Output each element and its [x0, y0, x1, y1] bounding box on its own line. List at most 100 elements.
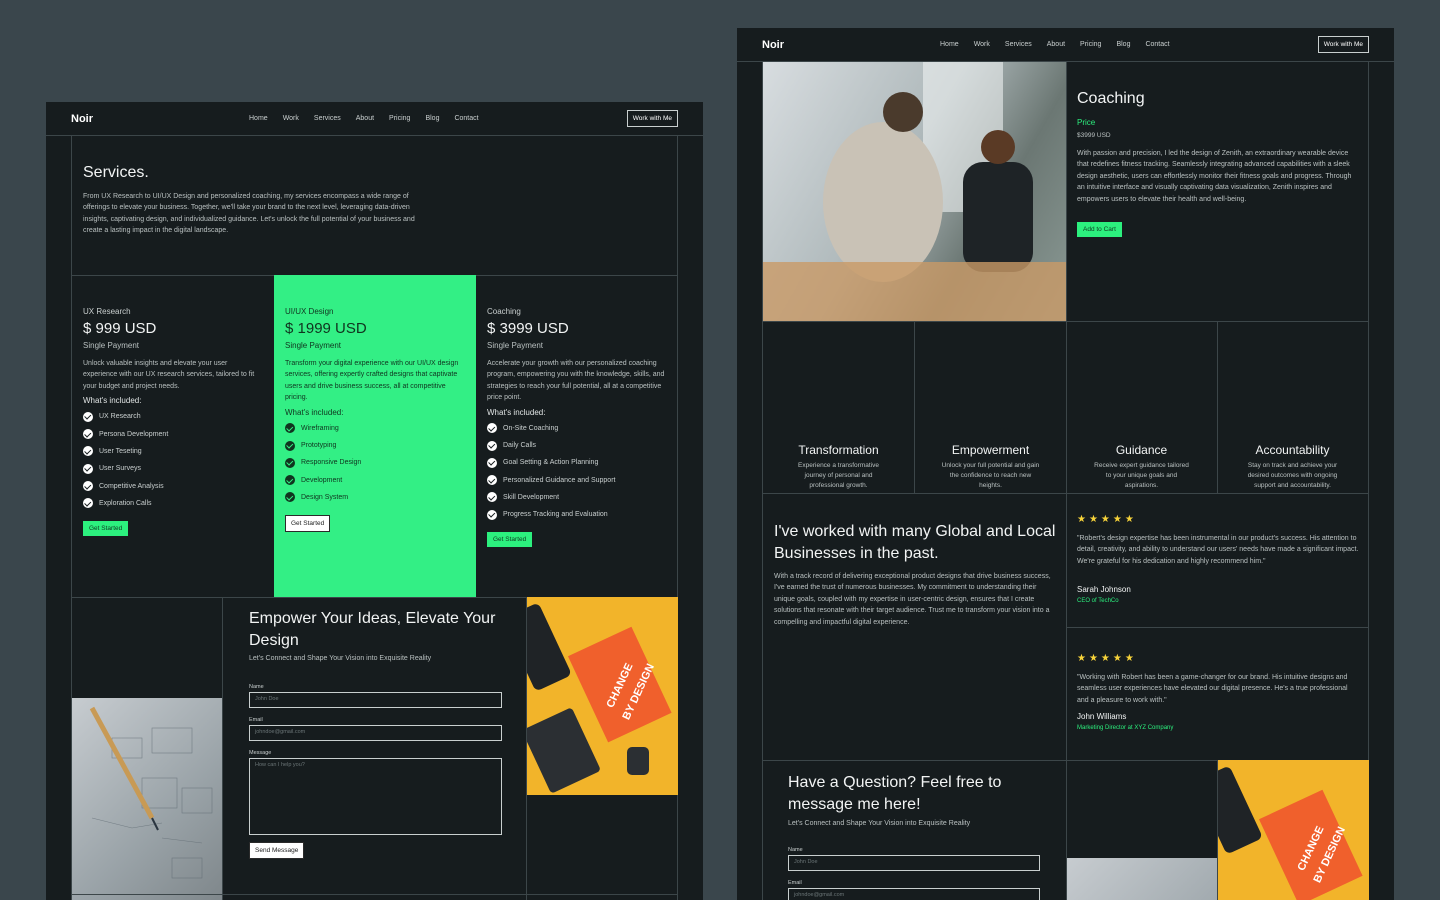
contact-subtitle: Let's Connect and Shape Your Vision into…	[788, 820, 971, 827]
check-circle-icon	[285, 492, 295, 503]
list-item: Wireframing	[285, 420, 465, 437]
card-price: $ 3999 USD	[487, 320, 569, 337]
send-message-button[interactable]: Send Message	[249, 842, 305, 859]
list-item: Personalized Guidance and Support	[487, 472, 667, 489]
list-item-label: Persona Development	[99, 430, 169, 438]
nav-services[interactable]: Services	[314, 115, 341, 122]
list-item: Exploration Calls	[83, 495, 263, 512]
contact-title: Have a Question? Feel free to message me…	[788, 774, 1002, 813]
divider	[72, 894, 677, 895]
nav-work[interactable]: Work	[974, 41, 990, 48]
work-with-me-button[interactable]: Work with Me	[626, 110, 678, 127]
list-item-label: User Surveys	[99, 465, 142, 473]
work-with-me-button[interactable]: Work with Me	[1317, 36, 1369, 53]
get-started-button[interactable]: Get Started	[83, 521, 129, 536]
name-input[interactable]: John Doe	[788, 855, 1040, 871]
change-by-design-photo: CHANGE BY DESIGN	[527, 597, 678, 795]
star-rating: ★★★★★	[1077, 653, 1137, 664]
card-category: UX Research	[83, 307, 131, 316]
card-included-label: What's included:	[83, 396, 142, 406]
nav-contact[interactable]: Contact	[1145, 41, 1169, 48]
about-title: I've worked with many Global and Local B…	[774, 523, 1056, 562]
nav-about[interactable]: About	[1047, 41, 1065, 48]
testimonial-quote: "Working with Robert has been a game-cha…	[1077, 674, 1348, 704]
logo[interactable]: Noir	[71, 113, 236, 125]
change-by-design-photo: CHANGE BY DESIGN	[1218, 760, 1369, 900]
nav-work[interactable]: Work	[283, 115, 299, 122]
list-item: Daily Calls	[487, 437, 667, 454]
email-input[interactable]: johndoe@gmail.com	[249, 725, 502, 741]
check-circle-icon	[487, 457, 497, 468]
check-circle-icon	[83, 411, 93, 422]
get-started-button[interactable]: Get Started	[487, 532, 533, 548]
check-circle-icon	[487, 423, 497, 434]
pencil-sketch-illustration	[89, 706, 213, 879]
feature-desc: Stay on track and achieve your desired o…	[1247, 462, 1338, 489]
list-item-label: Personalized Guidance and Support	[503, 476, 616, 484]
nav-about[interactable]: About	[356, 115, 374, 122]
name-label: Name	[788, 847, 803, 853]
nav-home[interactable]: Home	[249, 115, 268, 122]
services-page-window: Noir Home Work Services About Pricing Bl…	[46, 102, 703, 900]
list-item: Persona Development	[83, 426, 263, 443]
list-item: Progress Tracking and Evaluation	[487, 506, 667, 523]
star-rating: ★★★★★	[1077, 514, 1137, 525]
email-input[interactable]: johndoe@gmail.com	[788, 888, 1040, 900]
list-item: On-Site Coaching	[487, 420, 667, 437]
check-circle-icon	[285, 475, 295, 486]
pricing-card-ux-research: UX Research $ 999 USD Single Payment Unl…	[72, 275, 274, 597]
nav-contact[interactable]: Contact	[454, 115, 478, 122]
feature-desc: Experience a transformative journey of p…	[798, 462, 879, 489]
testimonial-name: John Williams	[1077, 712, 1127, 721]
list-item-label: Exploration Calls	[99, 499, 152, 507]
nav-links: Home Work Services About Pricing Blog Co…	[249, 115, 479, 122]
testimonial-role: CEO of TechCo	[1077, 598, 1119, 604]
card-price: $ 1999 USD	[285, 320, 367, 337]
logo[interactable]: Noir	[762, 39, 927, 51]
card-feature-list: On-Site Coaching Daily Calls Goal Settin…	[487, 420, 667, 524]
sketch-photo	[1067, 858, 1217, 900]
card-payment: Single Payment	[83, 341, 140, 350]
content-frame: Services. From UX Research to UI/UX Desi…	[71, 136, 678, 900]
check-circle-icon	[83, 463, 93, 474]
list-item-label: Progress Tracking and Evaluation	[503, 511, 608, 519]
list-item-label: UX Research	[99, 413, 141, 421]
list-item: Prototyping	[285, 437, 465, 454]
feature-desc: Receive expert guidance tailored to your…	[1094, 462, 1189, 489]
list-item-label: Development	[301, 476, 343, 484]
nav-pricing[interactable]: Pricing	[389, 115, 410, 122]
card-category: UI/UX Design	[285, 307, 334, 316]
get-started-button[interactable]: Get Started	[285, 515, 331, 533]
card-feature-list: UX Research Persona Development User Tes…	[83, 408, 263, 512]
list-item: User Teseting	[83, 443, 263, 460]
contact-subtitle: Let's Connect and Shape Your Vision into…	[249, 655, 432, 662]
list-item: Responsive Design	[285, 454, 465, 471]
list-item-label: Daily Calls	[503, 442, 537, 450]
message-textarea[interactable]: How can I help you?	[249, 758, 502, 835]
add-to-cart-button[interactable]: Add to Cart	[1077, 222, 1122, 237]
check-circle-icon	[487, 492, 497, 503]
check-circle-icon	[83, 446, 93, 457]
nav-services[interactable]: Services	[1005, 41, 1032, 48]
nav-home[interactable]: Home	[940, 41, 959, 48]
services-intro: From UX Research to UI/UX Design and per…	[83, 193, 415, 235]
nav-blog[interactable]: Blog	[1116, 41, 1130, 48]
list-item-label: Wireframing	[301, 424, 339, 432]
name-input[interactable]: John Doe	[249, 692, 502, 708]
list-item: UX Research	[83, 408, 263, 425]
check-circle-icon	[487, 509, 497, 520]
nav-blog[interactable]: Blog	[425, 115, 439, 122]
feature-desc: Unlock your full potential and gain the …	[941, 462, 1040, 489]
about-desc: With a track record of delivering except…	[774, 573, 1051, 626]
feature-title: Empowerment	[951, 443, 1030, 457]
desk-flatlay-illustration: CHANGE BY DESIGN	[1218, 767, 1363, 900]
list-item: Goal Setting & Action Planning	[487, 454, 667, 471]
services-title: Services.	[83, 164, 149, 181]
divider	[1066, 627, 1368, 628]
card-included-label: What's included:	[285, 407, 344, 417]
check-circle-icon	[487, 440, 497, 451]
desk-flatlay-illustration: CHANGE BY DESIGN	[527, 604, 672, 793]
card-desc: Transform your digital experience with o…	[285, 360, 459, 402]
nav-pricing[interactable]: Pricing	[1080, 41, 1101, 48]
list-item-label: User Teseting	[99, 447, 142, 455]
